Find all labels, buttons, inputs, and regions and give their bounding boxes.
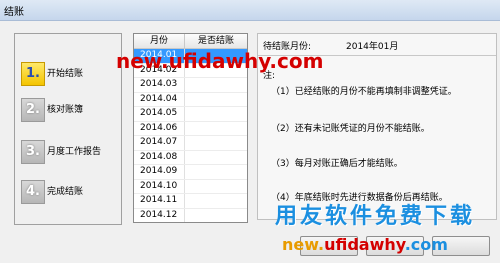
month-cell: 2014.08 xyxy=(140,151,178,162)
month-cell: 2014.05 xyxy=(140,108,178,118)
step-start-closing[interactable]: 1. 开始结账 xyxy=(21,62,119,88)
table-row[interactable]: 2014.10 xyxy=(134,179,247,194)
step-label: 月度工作报告 xyxy=(47,147,102,157)
table-row[interactable]: 2014.03 xyxy=(134,78,247,93)
watermark-url-bottom: new.ufidawhy.com xyxy=(282,235,448,254)
list-header: 月份 是否结账 xyxy=(134,34,247,49)
table-row[interactable]: 2014.11 xyxy=(134,194,247,209)
month-cell: 2014.11 xyxy=(140,195,178,205)
note-item: （2）还有未记账凭证的月份不能结账。 xyxy=(271,124,430,134)
table-row[interactable]: 2014.12 xyxy=(134,208,247,222)
step-check-ledgers[interactable]: 2. 核对账簿 xyxy=(21,98,119,124)
watermark-url-part: new. xyxy=(282,235,325,254)
month-cell: 2014.10 xyxy=(140,180,178,191)
month-column-header[interactable]: 月份 xyxy=(134,34,185,48)
month-cell: 2014.09 xyxy=(140,166,178,176)
watermark-url-top: new.ufidawhy.com xyxy=(116,49,324,73)
window-title: 结账 xyxy=(4,7,24,18)
table-row[interactable]: 2014.06 xyxy=(134,121,247,136)
watermark-url-part: .com xyxy=(404,235,448,254)
step-finish-closing[interactable]: 4. 完成结账 xyxy=(21,180,119,206)
pending-month-value: 2014年01月 xyxy=(346,42,399,52)
month-cell: 2014.06 xyxy=(140,122,178,133)
step-monthly-report[interactable]: 3. 月度工作报告 xyxy=(21,140,119,166)
status-column-header[interactable]: 是否结账 xyxy=(185,34,247,48)
step-label: 核对账簿 xyxy=(47,105,84,115)
table-row[interactable]: 2014.08 xyxy=(134,150,247,165)
table-row[interactable]: 2014.04 xyxy=(134,92,247,107)
month-cell: 2014.04 xyxy=(140,93,178,104)
step-4-icon: 4. xyxy=(21,180,45,204)
step-panel: 1. 开始结账 2. 核对账簿 3. 月度工作报告 4. 完成结账 xyxy=(14,33,122,225)
watermark-url-part: ufidawhy xyxy=(324,235,405,254)
table-row[interactable]: 2014.07 xyxy=(134,136,247,151)
table-row[interactable]: 2014.05 xyxy=(134,107,247,122)
month-cell: 2014.03 xyxy=(140,79,178,89)
note-item: （3）每月对账正确后才能结账。 xyxy=(271,159,403,169)
title-bar: 结账 xyxy=(0,0,500,21)
month-cell: 2014.07 xyxy=(140,137,178,147)
step-2-icon: 2. xyxy=(21,98,45,122)
table-row[interactable]: 2014.09 xyxy=(134,165,247,180)
step-label: 开始结账 xyxy=(47,69,84,79)
list-rows: 2014.01 2014.02 2014.03 2014.04 2014.05 … xyxy=(134,49,247,222)
note-item: （1）已经结账的月份不能再填制非调整凭证。 xyxy=(271,87,457,97)
step-3-icon: 3. xyxy=(21,140,45,164)
month-cell: 2014.12 xyxy=(140,209,178,220)
step-1-icon: 1. xyxy=(21,62,45,86)
watermark-cn-text: 用友软件免费下载 xyxy=(275,204,476,229)
step-label: 完成结账 xyxy=(47,187,84,197)
